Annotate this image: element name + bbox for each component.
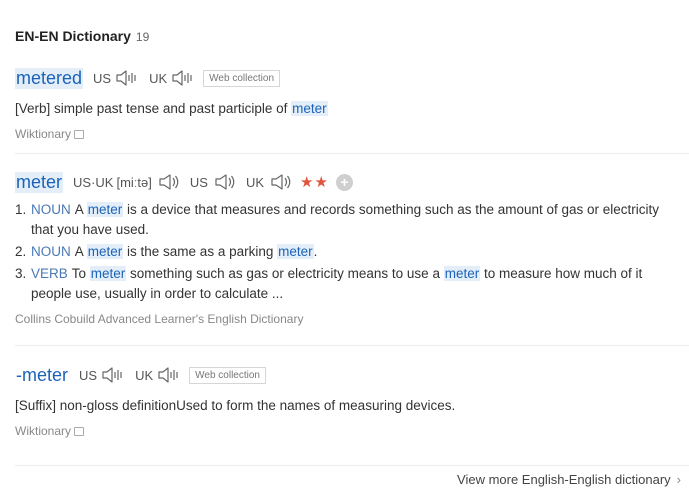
def-tag: [Suffix] <box>15 398 57 413</box>
external-link-icon[interactable] <box>74 426 85 436</box>
divider <box>15 345 689 346</box>
def-tag: [Verb] <box>15 101 51 116</box>
divider <box>15 153 689 154</box>
pron-us-label: US <box>189 174 208 190</box>
section-header: EN-EN Dictionary 19 <box>15 28 149 44</box>
pron-us: US <box>79 366 125 384</box>
sense-item: 3. VERB To meter something such as gas or… <box>15 264 689 304</box>
part-of-speech: NOUN <box>31 244 71 259</box>
pron-us: US <box>93 69 139 87</box>
sense-link-word[interactable]: meter <box>277 244 314 259</box>
result-count: 19 <box>135 30 150 44</box>
entry-metered: metered US UK Web collection [Verb] simp… <box>15 66 689 141</box>
section-title: EN-EN Dictionary <box>15 28 131 44</box>
sense-link-word[interactable]: meter <box>86 244 124 259</box>
sense-item: 2. NOUN A meter is the same as a parking … <box>15 242 689 262</box>
entry-meter: meter US·UK [miːtə] US UK ★★ + 1. NOUN A … <box>15 170 689 326</box>
divider <box>15 465 689 466</box>
sense-body: VERB To meter something such as gas or el… <box>31 264 671 304</box>
speaker-icon[interactable] <box>115 69 139 87</box>
pron-uk-label: UK <box>149 70 168 86</box>
sense-text: is a device that measures and records so… <box>31 202 660 237</box>
speaker-icon[interactable] <box>101 366 125 384</box>
ipa: [miːtə] <box>116 174 152 190</box>
headword[interactable]: meter <box>15 171 64 193</box>
headword[interactable]: -meter <box>15 365 69 386</box>
sense-text: . <box>313 244 318 259</box>
view-more-link[interactable]: View more English-English dictionary › <box>457 472 681 487</box>
sense-text: something such as gas or electricity mea… <box>126 266 444 281</box>
sense-text: To <box>71 266 90 281</box>
speaker-icon[interactable] <box>268 173 292 191</box>
part-of-speech: NOUN <box>31 202 71 217</box>
word-line: -meter US UK Web collection <box>15 363 689 387</box>
sense-number: 3. <box>15 266 27 281</box>
external-link-icon[interactable] <box>74 129 85 139</box>
headword[interactable]: metered <box>15 67 84 89</box>
chevron-right-icon: › <box>676 472 681 487</box>
speaker-icon[interactable] <box>212 173 236 191</box>
definition: [Suffix] non-gloss definitionUsed to for… <box>15 396 689 416</box>
sense-link-word[interactable]: meter <box>443 266 481 281</box>
source: Wiktionary <box>15 424 689 438</box>
speaker-icon[interactable] <box>156 173 180 191</box>
def-text: non-gloss definitionUsed to form the nam… <box>56 398 456 413</box>
definition: [Verb] simple past tense and past partic… <box>15 99 689 119</box>
source: Collins Cobuild Advanced Learner's Engli… <box>15 312 689 326</box>
add-wordbook-button[interactable]: + <box>335 173 353 191</box>
entry-suffix-meter: -meter US UK Web collection [Suffix] non… <box>15 363 689 439</box>
pron-us-label: US <box>93 70 112 86</box>
sense-body: NOUN A meter is the same as a parking met… <box>31 242 671 262</box>
web-collection-badge: Web collection <box>189 366 266 384</box>
pron-uk: UK <box>135 366 181 384</box>
pron-uk-label: UK <box>245 174 264 190</box>
pron-us-uk-label: US·UK <box>73 174 114 190</box>
pron-us-uk: US·UK [miːtə] <box>73 173 180 191</box>
speaker-icon[interactable] <box>157 366 181 384</box>
source-label: Collins Cobuild Advanced Learner's Engli… <box>15 312 304 326</box>
source-label: Wiktionary <box>15 424 72 438</box>
def-link-word[interactable]: meter <box>291 101 328 116</box>
sense-text: is the same as a parking <box>123 244 278 259</box>
sense-link-word[interactable]: meter <box>86 202 124 217</box>
sense-text: A <box>74 244 87 259</box>
sense-number: 2. <box>15 244 27 259</box>
pron-uk: UK <box>149 69 195 87</box>
sense-number: 1. <box>15 202 27 217</box>
sense-item: 1. NOUN A meter is a device that measures… <box>15 200 689 240</box>
word-line: metered US UK Web collection <box>15 66 689 90</box>
sense-text: A <box>74 202 87 217</box>
speaker-icon[interactable] <box>171 69 195 87</box>
def-text: simple past tense and past participle of <box>50 101 292 116</box>
view-more-label[interactable]: View more English-English dictionary <box>457 472 671 487</box>
source: Wiktionary <box>15 127 689 141</box>
pron-uk-label: UK <box>135 367 154 383</box>
pron-us-label: US <box>79 367 98 383</box>
part-of-speech: VERB <box>31 266 68 281</box>
web-collection-badge: Web collection <box>203 69 281 87</box>
sense-link-word[interactable]: meter <box>89 266 127 281</box>
source-label: Wiktionary <box>15 127 72 141</box>
word-line: meter US·UK [miːtə] US UK ★★ + <box>15 170 689 194</box>
sense-list: 1. NOUN A meter is a device that measures… <box>15 200 689 304</box>
sense-body: NOUN A meter is a device that measures an… <box>31 200 671 240</box>
pron-uk: UK <box>246 173 292 191</box>
pron-us: US <box>190 173 236 191</box>
frequency-stars: ★★ <box>300 174 329 191</box>
